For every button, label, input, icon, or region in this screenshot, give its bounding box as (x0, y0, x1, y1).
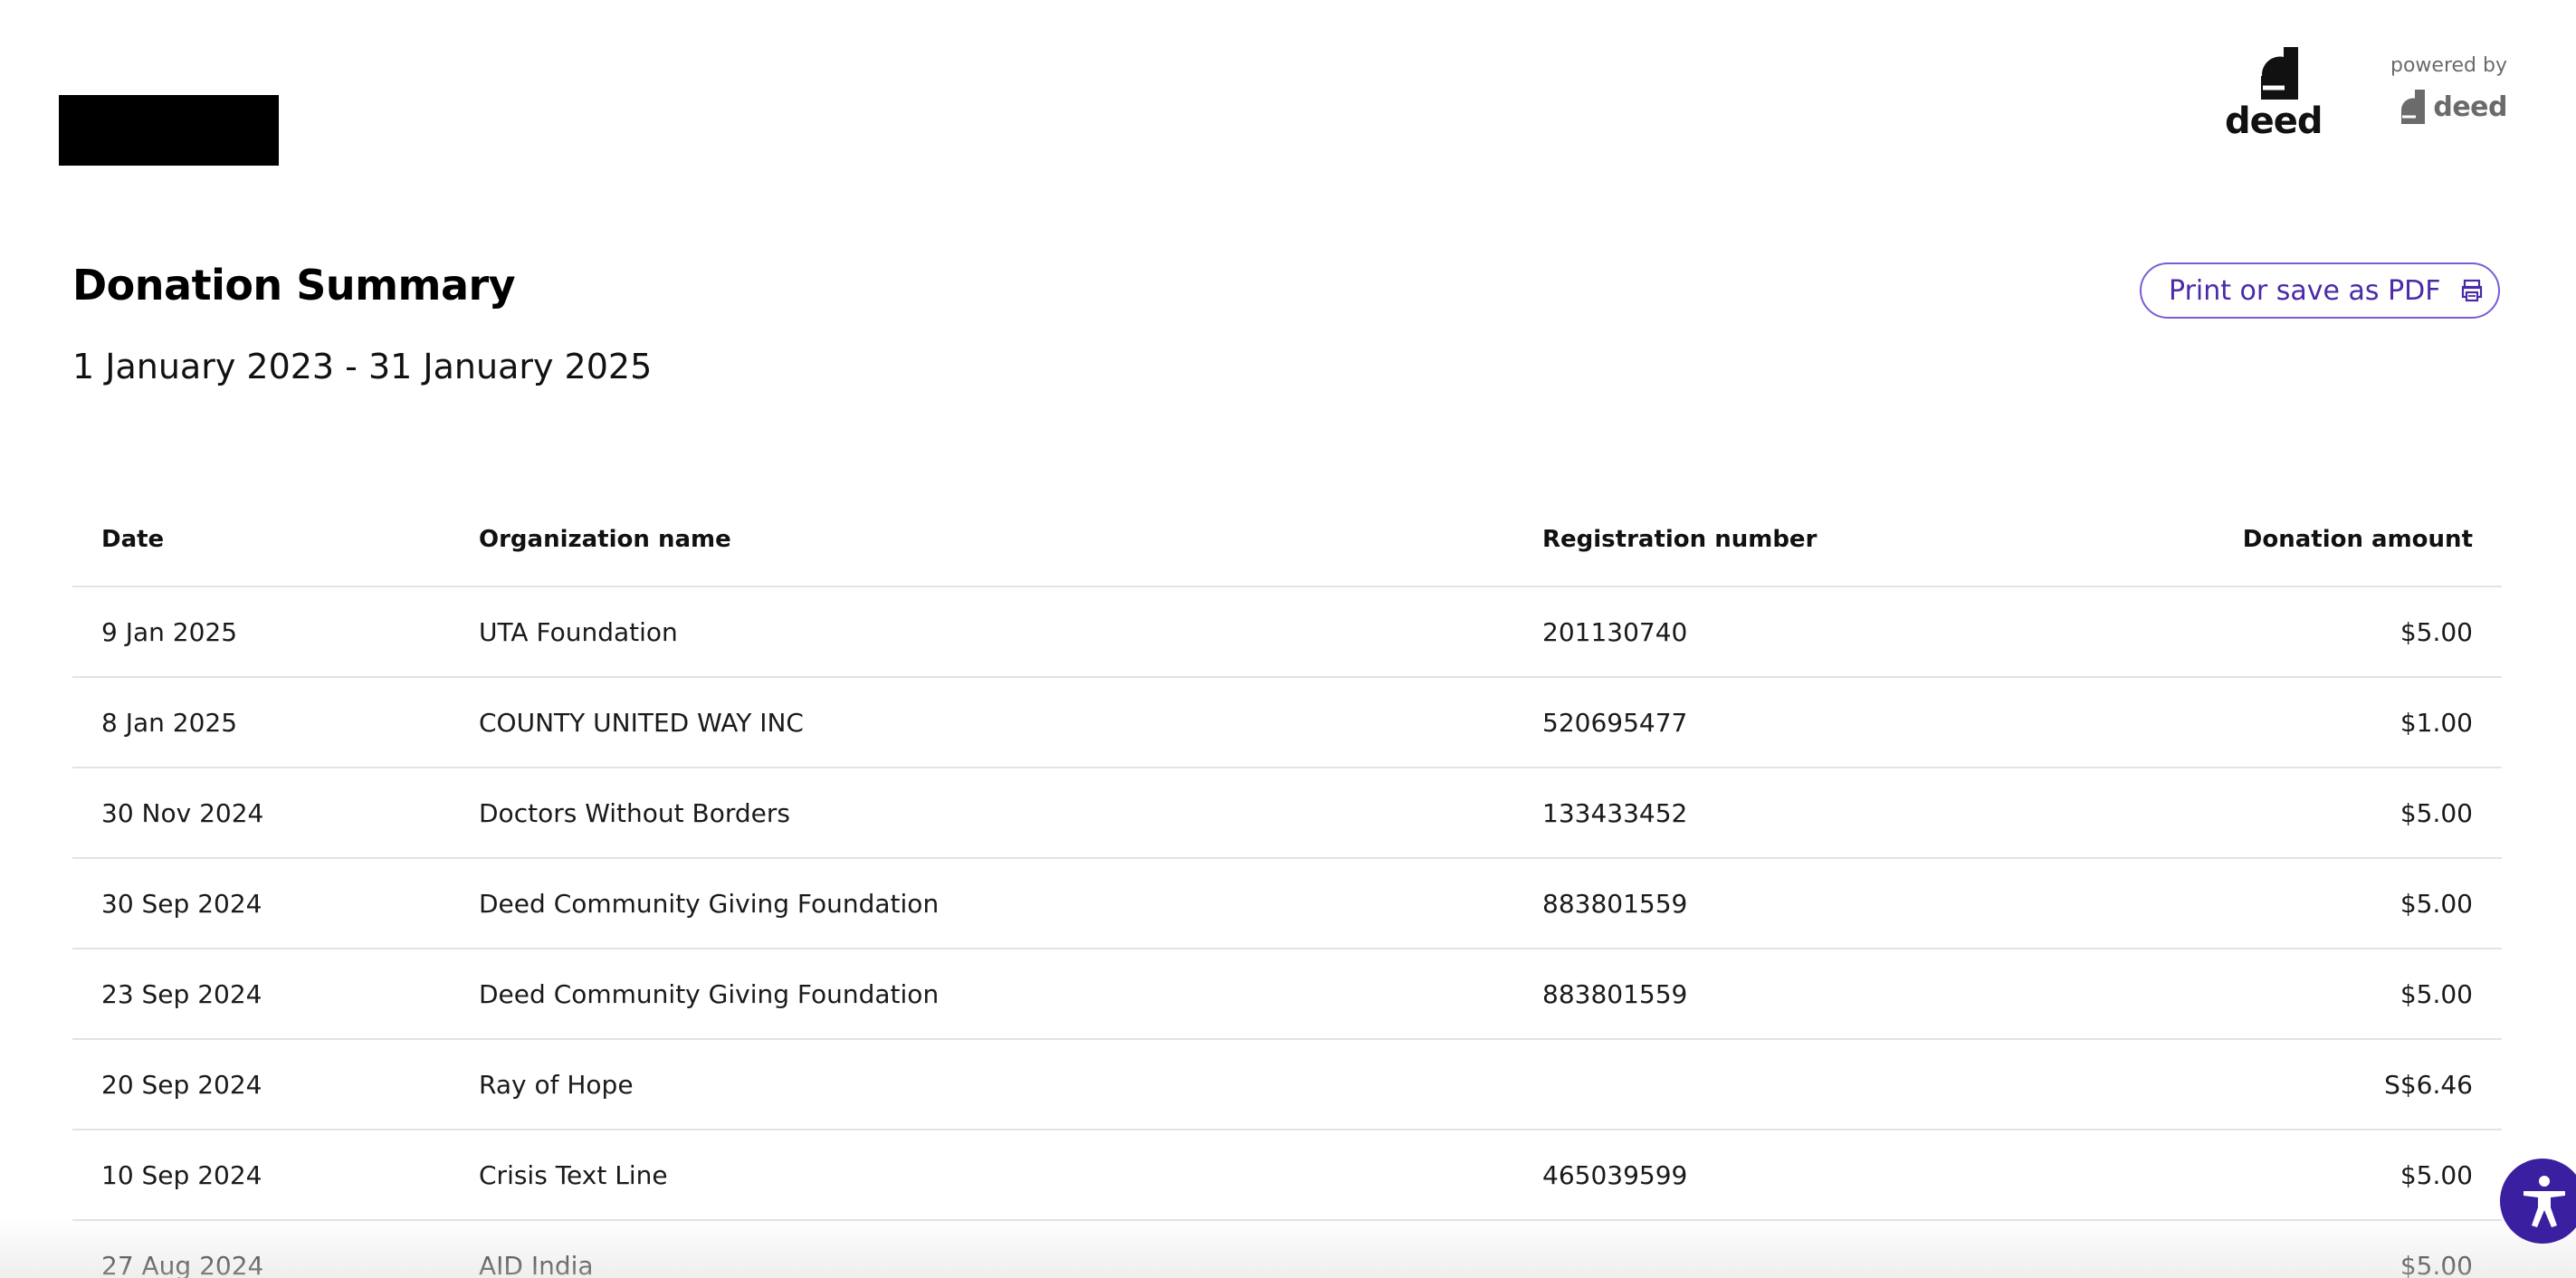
cell-registration: 520695477 (1542, 707, 1688, 738)
deed-mark-icon (2261, 47, 2298, 100)
cell-organization: UTA Foundation (479, 616, 678, 647)
cell-organization: Ray of Hope (479, 1069, 634, 1100)
cell-amount: S$6.46 (2384, 1069, 2473, 1100)
page: deed powered by deed Donation Summary 1 … (0, 0, 2576, 1278)
column-header-registration: Registration number (1542, 526, 1818, 553)
cell-organization: COUNTY UNITED WAY INC (479, 707, 804, 738)
powered-by: powered by deed (2371, 54, 2507, 136)
cell-date: 10 Sep 2024 (101, 1159, 262, 1190)
cell-registration: 883801559 (1542, 888, 1688, 919)
table-row: 10 Sep 2024 Crisis Text Line 465039599 $… (72, 1130, 2502, 1221)
cell-amount: $5.00 (2399, 616, 2473, 647)
date-range: 1 January 2023 - 31 January 2025 (72, 347, 653, 386)
cell-organization: Crisis Text Line (479, 1159, 668, 1190)
cell-date: 9 Jan 2025 (101, 616, 238, 647)
accessibility-icon (2524, 1176, 2565, 1227)
cell-date: 23 Sep 2024 (101, 978, 262, 1009)
cell-date: 30 Sep 2024 (101, 888, 262, 919)
table-row: 23 Sep 2024 Deed Community Giving Founda… (72, 949, 2502, 1040)
powered-by-brand: deed (2433, 91, 2507, 123)
cell-date: 20 Sep 2024 (101, 1069, 262, 1100)
cell-registration: 201130740 (1542, 616, 1688, 647)
table-row: 8 Jan 2025 COUNTY UNITED WAY INC 5206954… (72, 678, 2502, 768)
deed-logo: deed (2225, 45, 2323, 143)
column-header-amount: Donation amount (2242, 526, 2473, 553)
redacted-logo (59, 95, 279, 166)
cell-date: 8 Jan 2025 (101, 707, 238, 738)
cell-registration: 133433452 (1542, 797, 1688, 828)
column-header-organization: Organization name (479, 526, 731, 553)
print-pdf-button[interactable]: Print or save as PDF (2140, 262, 2500, 319)
powered-by-logo: deed (2393, 87, 2507, 127)
cell-registration: 883801559 (1542, 978, 1688, 1009)
cell-organization: Doctors Without Borders (479, 797, 790, 828)
deed-wordmark: deed (2225, 100, 2323, 142)
cell-amount: $1.00 (2399, 707, 2473, 738)
powered-by-label: powered by (2390, 54, 2507, 77)
cell-amount: $5.00 (2399, 888, 2473, 919)
table-row: 20 Sep 2024 Ray of Hope S$6.46 (72, 1040, 2502, 1130)
cell-date: 30 Nov 2024 (101, 797, 264, 828)
cell-amount: $5.00 (2399, 978, 2473, 1009)
cell-date: 27 Aug 2024 (101, 1250, 264, 1278)
table-row: 27 Aug 2024 AID India $5.00 (72, 1221, 2502, 1278)
cell-organization: Deed Community Giving Foundation (479, 888, 940, 919)
table-row: 30 Sep 2024 Deed Community Giving Founda… (72, 859, 2502, 949)
cell-organization: Deed Community Giving Foundation (479, 978, 940, 1009)
table-row: 9 Jan 2025 UTA Foundation 201130740 $5.0… (72, 587, 2502, 678)
page-title: Donation Summary (72, 261, 516, 310)
column-header-date: Date (101, 526, 165, 553)
accessibility-button[interactable] (2500, 1159, 2576, 1244)
cell-amount: $5.00 (2399, 1250, 2473, 1278)
cell-amount: $5.00 (2399, 797, 2473, 828)
cell-amount: $5.00 (2399, 1159, 2473, 1190)
table-row: 30 Nov 2024 Doctors Without Borders 1334… (72, 768, 2502, 859)
cell-organization: AID India (479, 1250, 594, 1278)
cell-registration: 465039599 (1542, 1159, 1688, 1190)
deed-mark-small-icon (2401, 90, 2426, 124)
table-header: Date Organization name Registration numb… (72, 493, 2502, 587)
print-pdf-label: Print or save as PDF (2169, 274, 2441, 307)
donations-table: Date Organization name Registration numb… (72, 493, 2502, 1278)
printer-icon (2461, 279, 2483, 302)
